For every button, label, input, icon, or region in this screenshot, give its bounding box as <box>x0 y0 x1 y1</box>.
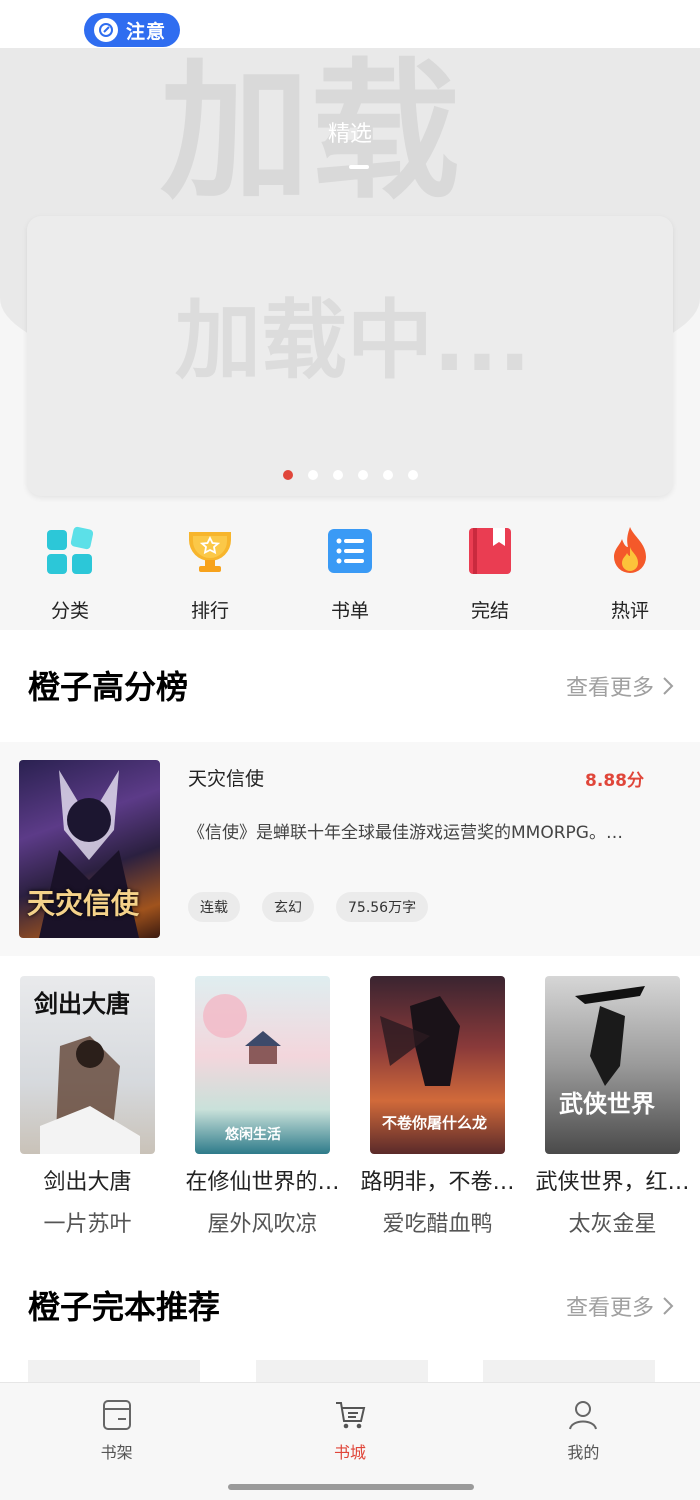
book-author: 太灰金星 <box>568 1212 657 1237</box>
book-cover[interactable]: 武侠世界 <box>545 976 680 1154</box>
chevron-right-icon <box>663 677 674 695</box>
notice-label: 注意 <box>126 20 167 43</box>
quick-item-booklist[interactable]: 书单 <box>280 518 420 630</box>
book-title: 剑出大唐 <box>43 1170 132 1195</box>
cover-title: 不卷你屠什么龙 <box>382 1114 488 1132</box>
book-title: 路明非，不卷… <box>360 1170 515 1195</box>
book-author: 屋外风吹凉 <box>207 1212 318 1237</box>
cover-title: 剑出大唐 <box>34 990 130 1018</box>
genre-tag: 玄幻 <box>262 892 314 922</box>
nav-bookstore[interactable]: 书城 <box>233 1383 466 1476</box>
carousel-dot[interactable] <box>382 470 393 480</box>
cover-art <box>575 986 645 1086</box>
rocket-icon <box>94 18 118 42</box>
banner-carousel[interactable]: 加载中... <box>27 216 673 496</box>
featured-book-card[interactable]: 天灾信使 天灾信使 8.88分 《信使》是蝉联十年全球最佳游戏运营奖的MMORP… <box>0 742 700 956</box>
tab-featured[interactable]: 精选 <box>0 116 700 148</box>
fire-icon <box>603 524 657 578</box>
category-icon <box>43 524 97 578</box>
nav-label: 书城 <box>333 1443 366 1462</box>
carousel-dot[interactable] <box>407 470 418 480</box>
quick-item-completed[interactable]: 完结 <box>420 518 560 630</box>
carousel-dot[interactable] <box>332 470 343 480</box>
status-bar: 注意 <box>0 0 700 48</box>
list-icon <box>323 524 377 578</box>
cover-title: 武侠世界 <box>559 1090 655 1118</box>
featured-book-score: 8.88分 <box>585 771 644 791</box>
quick-menu: 分类 排行 书单 完结 热评 <box>0 518 700 630</box>
wordcount-tag: 75.56万字 <box>336 892 429 922</box>
section-title-top-rated: 橙子高分榜 <box>28 668 189 706</box>
bottom-navigation: 书架 书城 我的 <box>0 1382 700 1476</box>
section-title-completed: 橙子完本推荐 <box>28 1288 221 1326</box>
carousel-dot[interactable] <box>357 470 368 480</box>
nav-label: 书架 <box>100 1443 133 1462</box>
quick-item-hot-reviews[interactable]: 热评 <box>560 518 700 630</box>
view-more-label: 查看更多 <box>565 1296 654 1321</box>
book-title: 在修仙世界的… <box>185 1170 340 1195</box>
quick-label: 分类 <box>50 600 89 622</box>
quick-label: 排行 <box>190 600 229 622</box>
status-tag: 连载 <box>188 892 240 922</box>
cover-title: 天灾信使 <box>27 887 140 920</box>
featured-book-title: 天灾信使 <box>188 768 265 790</box>
carousel-dots <box>27 470 673 480</box>
quick-item-ranking[interactable]: 排行 <box>140 518 280 630</box>
book-card[interactable]: 悠闲生活 在修仙世界的… 屋外风吹凉 <box>175 976 350 1246</box>
book-card[interactable]: 不卷你屠什么龙 路明非，不卷… 爱吃醋血鸭 <box>350 976 525 1246</box>
featured-book-description: 《信使》是蝉联十年全球最佳游戏运营奖的MMORPG。… <box>188 823 623 843</box>
book-cover-placeholder[interactable] <box>483 1360 655 1382</box>
view-more-link[interactable]: 查看更多 <box>566 670 674 702</box>
book-title: 武侠世界，红… <box>535 1170 690 1195</box>
book-card[interactable]: 武侠世界 武侠世界，红… 太灰金星 <box>525 976 700 1246</box>
banner-loading-watermark: 加载中... <box>175 291 532 391</box>
quick-label: 书单 <box>330 600 369 622</box>
carousel-dot[interactable] <box>307 470 318 480</box>
user-icon <box>567 1399 599 1431</box>
book-cover-placeholder[interactable] <box>28 1360 200 1382</box>
notice-badge[interactable]: 注意 <box>84 13 180 47</box>
book-cover[interactable]: 不卷你屠什么龙 <box>370 976 505 1154</box>
quick-item-category[interactable]: 分类 <box>0 518 140 630</box>
cart-icon <box>334 1399 366 1431</box>
content-area: 橙子高分榜 查看更多 天灾信使 天灾信使 8.88分 《信使》是蝉联十年全球最佳… <box>0 630 700 1382</box>
featured-book-tags: 连载 玄幻 75.56万字 <box>188 892 429 922</box>
chevron-right-icon <box>663 1297 674 1315</box>
nav-label: 我的 <box>567 1443 600 1462</box>
home-indicator[interactable] <box>228 1484 474 1490</box>
book-card[interactable]: 剑出大唐 剑出大唐 一片苏叶 <box>0 976 175 1246</box>
bookshelf-icon <box>101 1399 133 1431</box>
quick-label: 热评 <box>610 600 649 622</box>
carousel-dot[interactable] <box>282 470 293 480</box>
tab-indicator <box>349 165 369 169</box>
book-author: 爱吃醋血鸭 <box>382 1212 493 1237</box>
bookmark-book-icon <box>463 524 517 578</box>
nav-profile[interactable]: 我的 <box>467 1383 700 1476</box>
featured-book-cover[interactable]: 天灾信使 <box>19 760 160 938</box>
view-more-link[interactable]: 查看更多 <box>566 1290 674 1322</box>
view-more-label: 查看更多 <box>565 676 654 701</box>
quick-label: 完结 <box>470 600 509 622</box>
book-author: 一片苏叶 <box>43 1212 132 1237</box>
book-grid: 剑出大唐 剑出大唐 一片苏叶 悠闲生活 在修仙世界的… 屋外风吹凉 不卷你屠什么… <box>0 976 700 1246</box>
cover-title: 悠闲生活 <box>225 1127 281 1143</box>
book-cover[interactable]: 悠闲生活 <box>195 976 330 1154</box>
book-cover[interactable]: 剑出大唐 <box>20 976 155 1154</box>
gesture-bar-area <box>0 1476 700 1500</box>
trophy-icon <box>183 524 237 578</box>
nav-bookshelf[interactable]: 书架 <box>0 1383 233 1476</box>
book-cover-placeholder[interactable] <box>256 1360 428 1382</box>
